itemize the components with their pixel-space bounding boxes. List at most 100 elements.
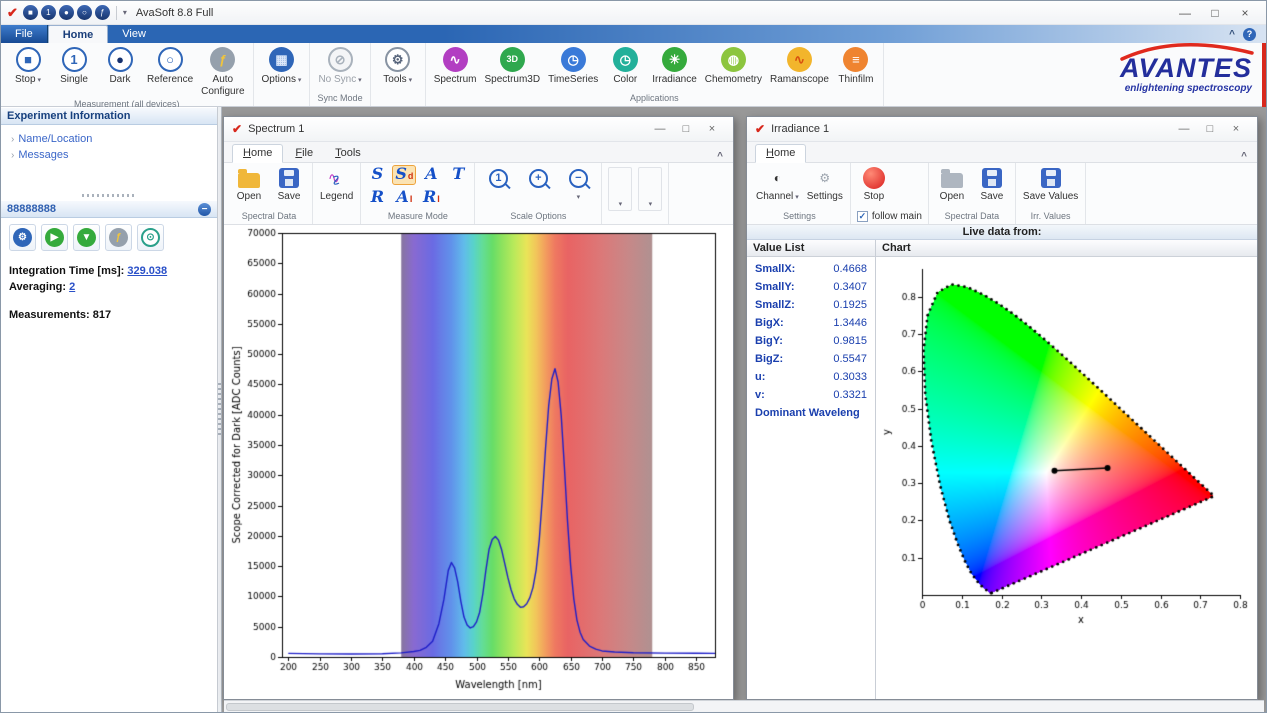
absolute-irradiance-mode-button[interactable]: AI [392, 188, 416, 208]
timeseries-app-button[interactable]: ◷TimeSeries [545, 45, 601, 87]
transmittance-mode-button[interactable]: T [446, 165, 470, 185]
device-auto-configure-button[interactable]: ƒ [105, 224, 132, 251]
device-save-button[interactable]: ▼ [73, 224, 100, 251]
value-number: 0.5547 [833, 353, 867, 365]
extra-dropdown-2[interactable]: ▾ [638, 167, 662, 211]
stop-button[interactable]: ■Stop ▾ [6, 45, 50, 87]
settings-button[interactable]: ⚙Settings [804, 165, 846, 204]
tab-file[interactable]: File [1, 25, 48, 43]
collapse-ribbon-caret-icon[interactable]: ^ [1241, 151, 1249, 162]
horizontal-scrollbar-thumb[interactable] [226, 703, 694, 711]
open-button[interactable]: Open [933, 165, 971, 204]
spectrum-close-button[interactable]: × [699, 123, 725, 135]
scope-mode-button[interactable]: S [365, 165, 389, 185]
options-button[interactable]: ▦Options ▾ [259, 45, 305, 87]
scope-minus-dark-mode-button[interactable]: Sd [392, 165, 416, 185]
horizontal-scrollbar[interactable] [224, 700, 1264, 712]
irradiance-close-button[interactable]: × [1223, 123, 1249, 135]
qa-dark-icon[interactable]: ● [59, 5, 74, 20]
device-power-button[interactable]: ⊙ [137, 224, 164, 251]
device-info-value[interactable]: 329.038 [127, 265, 167, 277]
close-button[interactable]: × [1230, 2, 1260, 24]
color-app-button[interactable]: ◷Color [603, 45, 647, 87]
thinfilm-app-button[interactable]: ≡Thinfilm [834, 45, 878, 87]
spectrum-tab-home[interactable]: Home [232, 144, 283, 163]
qa-customize-arrow-icon[interactable]: ▾ [123, 8, 127, 17]
save-values-floppy-icon [1041, 168, 1061, 188]
open-button[interactable]: Open [230, 165, 268, 204]
sidebar-item-messages[interactable]: › Messages [9, 147, 209, 163]
save-button[interactable]: Save [270, 165, 308, 204]
spectrum-tab-file[interactable]: File [285, 145, 323, 162]
legend-button[interactable]: Legend [317, 165, 356, 204]
options-icon: ▦ [269, 47, 294, 72]
tab-view[interactable]: View [108, 25, 160, 43]
tab-home[interactable]: Home [48, 25, 109, 43]
irradiance-app-button[interactable]: ☀Irradiance [649, 45, 699, 87]
qa-reference-icon[interactable]: ○ [77, 5, 92, 20]
value-row: BigX:1.3446 [747, 314, 875, 332]
unzoom-button[interactable]: 1 [479, 165, 517, 192]
value-label: Dominant Waveleng [755, 407, 860, 419]
titlebar[interactable]: ✔ ■1●○ƒ ▾ AvaSoft 8.8 Full — □ × [1, 1, 1266, 25]
zoom-in-button[interactable]: + [519, 165, 557, 192]
minimize-ribbon-caret-icon[interactable]: ^ [1229, 29, 1235, 40]
qa-stop-icon[interactable]: ■ [23, 5, 38, 20]
measure-mode-letter: R [371, 189, 384, 205]
sidebar-item-name-location[interactable]: ›Name/Location [9, 131, 209, 147]
irradiance-tab-home[interactable]: Home [755, 144, 806, 163]
spectrum-toolbar: OpenSaveSpectral DataLegendSSdATRAIRIMea… [224, 163, 733, 225]
tree-expander-icon[interactable]: › [11, 150, 14, 161]
absorbance-mode-button[interactable]: A [419, 165, 443, 185]
auto-configure-button[interactable]: ƒAuto Configure [198, 45, 247, 98]
no-sync-button[interactable]: ⊘No Sync ▾ [315, 45, 364, 87]
qa-single-icon[interactable]: 1 [41, 5, 56, 20]
device-info-value[interactable]: 2 [69, 281, 75, 293]
cie-chromaticity-diagram[interactable] [876, 257, 1254, 697]
maximize-button[interactable]: □ [1200, 2, 1230, 24]
reflectance-mode-button[interactable]: R [365, 188, 389, 208]
dropdown-arrow-icon: ▾ [356, 77, 361, 84]
panel-splitter[interactable] [1, 191, 217, 200]
spectrum-tab-tools[interactable]: Tools [325, 145, 371, 162]
zoom-out-button[interactable]: − ▾ [559, 165, 597, 204]
relative-irradiance-mode-button[interactable]: RI [419, 188, 443, 208]
tools-button[interactable]: ⚙Tools ▾ [376, 45, 420, 87]
collapse-panel-button[interactable]: − [198, 203, 211, 216]
follow-main-checkbox[interactable]: ✓ [857, 211, 868, 222]
tree-item-label: Messages [18, 149, 68, 161]
qa-auto-configure-icon[interactable]: ƒ [95, 5, 110, 20]
device-connect-button[interactable]: ▶ [41, 224, 68, 251]
channel-button[interactable]: ◐Channel ▾ [753, 165, 802, 204]
spectrum-minimize-button[interactable]: — [647, 123, 673, 135]
minimize-button[interactable]: — [1170, 2, 1200, 24]
device-settings-button[interactable]: ⚙ [9, 224, 36, 251]
spectrum-window-titlebar[interactable]: ✔ Spectrum 1 — □ × [224, 117, 733, 142]
extra-dropdown-1[interactable]: ▾ [608, 167, 632, 211]
tree-expander-icon[interactable]: › [11, 134, 14, 145]
single-button[interactable]: 1Single [52, 45, 96, 87]
spectrum-maximize-button[interactable]: □ [673, 123, 699, 135]
spectrum-app-button[interactable]: ∿Spectrum [431, 45, 480, 87]
chemometry-app-button[interactable]: ◍Chemometry [702, 45, 765, 87]
irradiance-minimize-button[interactable]: — [1171, 123, 1197, 135]
button-label: Tools ▾ [383, 74, 412, 86]
value-label: u: [755, 371, 765, 383]
ribbon-group: OpenSaveSpectral Data [226, 163, 313, 224]
save-values-button[interactable]: Save Values [1020, 165, 1081, 204]
save-button[interactable]: Save [973, 165, 1011, 204]
device-info-row: Integration Time [ms]: 329.038 [9, 265, 209, 277]
device-info: Integration Time [ms]: 329.038Averaging:… [1, 257, 217, 329]
help-icon[interactable]: ? [1243, 28, 1256, 41]
spectrum-plot[interactable] [230, 227, 727, 695]
dark-button[interactable]: ●Dark [98, 45, 142, 87]
collapse-ribbon-caret-icon[interactable]: ^ [717, 151, 725, 162]
stop-live-button[interactable]: Stop [855, 165, 893, 204]
reference-button[interactable]: ○Reference [144, 45, 196, 87]
spectrum3d-app-button[interactable]: 3DSpectrum3D [482, 45, 544, 87]
dropdown-arrow-icon: ▾ [577, 194, 581, 201]
irradiance-window-titlebar[interactable]: ✔ Irradiance 1 — □ × [747, 117, 1257, 142]
irradiance-maximize-button[interactable]: □ [1197, 123, 1223, 135]
ribbon-group-label [259, 92, 305, 106]
ramanscope-app-button[interactable]: ∿Ramanscope [767, 45, 832, 87]
